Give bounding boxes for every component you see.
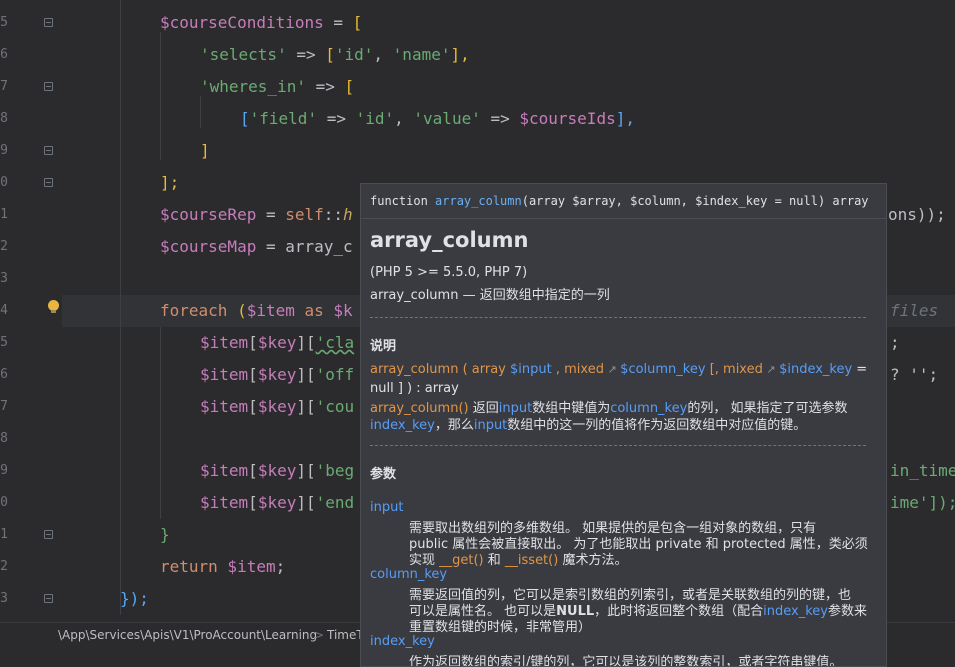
param-input[interactable]: input: [370, 500, 403, 515]
code-line-tail: in_time: [890, 461, 955, 480]
doc-description-line2: index_key，那么input数组中的这一列的值将作为返回数组中对应值的键。: [370, 418, 807, 433]
code-line: $courseRep = self::h: [160, 205, 353, 224]
doc-version: (PHP 5 >= 5.5.0, PHP 7): [370, 265, 528, 280]
code-line: $item[$key]['end: [200, 493, 355, 512]
line-number: 7: [0, 399, 8, 414]
code-line: $item[$key]['cou: [200, 397, 355, 416]
line-number: 7: [0, 79, 8, 94]
doc-prototype: array_column ( array $input , mixed ↗ $c…: [370, 362, 868, 377]
line-number: 5: [0, 335, 8, 350]
line-number: 9: [0, 463, 8, 478]
param-desc: 重置数组键的时候，非常管用）: [409, 620, 592, 635]
line-number: 8: [0, 431, 8, 446]
code-line: 'wheres_in' => [: [200, 77, 355, 96]
doc-summary: array_column — 返回数组中指定的一列: [370, 288, 610, 303]
code-line: $courseMap = array_c: [160, 237, 353, 256]
fold-marker-icon[interactable]: [44, 82, 53, 91]
line-number: 0: [0, 495, 8, 510]
code-line-tail: ;: [890, 333, 900, 352]
code-line-tail: ons));: [888, 205, 946, 224]
line-number: 0: [0, 175, 8, 190]
code-line: });: [120, 589, 149, 608]
param-column-key[interactable]: column_key: [370, 567, 447, 582]
divider: [361, 218, 886, 219]
doc-title: array_column: [370, 228, 529, 252]
breadcrumb-class[interactable]: TimeT: [327, 623, 364, 647]
code-line: ]: [200, 141, 210, 160]
code-line: return $item;: [160, 557, 286, 576]
fold-marker-icon[interactable]: [44, 18, 53, 27]
indent-guide: [120, 0, 121, 615]
params-heading: 参数: [370, 467, 397, 482]
indent-guide: [160, 327, 161, 519]
breadcrumb-namespace[interactable]: \App\Services\Apis\V1\ProAccount\Learnin…: [58, 623, 317, 647]
code-line-tail: ? '';: [890, 365, 939, 384]
fold-marker-icon[interactable]: [44, 530, 53, 539]
doc-prototype-line2: null ] ) : array: [370, 381, 459, 396]
fold-marker-icon[interactable]: [44, 178, 53, 187]
desc-heading: 说明: [370, 339, 397, 354]
indent-guide: [160, 32, 161, 160]
param-desc: 作为返回数组的索引/键的列，它可以是该列的整数索引，或者字符串键值。: [409, 655, 843, 667]
line-number: 1: [0, 527, 8, 542]
code-line: ];: [160, 173, 180, 192]
line-number: 2: [0, 559, 8, 574]
gutter: 5 6 7 8 9 0 1 2 3 4 5 6 7 8 9 0 1 2 3: [0, 0, 62, 622]
function-signature: function array_column(array $array, $col…: [370, 194, 869, 208]
breadcrumb-separator: >: [314, 628, 325, 642]
line-number: 3: [0, 591, 8, 606]
bulb-icon[interactable]: [48, 300, 59, 313]
param-desc: 实现 __get() 和 __isset() 魔术方法。: [409, 553, 628, 568]
divider: [370, 317, 866, 318]
inlay-hint: files: [890, 301, 939, 320]
line-number: 8: [0, 111, 8, 126]
code-line: }: [160, 525, 170, 544]
fold-marker-icon[interactable]: [44, 146, 53, 155]
line-number: 6: [0, 367, 8, 382]
line-number: 6: [0, 47, 8, 62]
code-line: $item[$key]['beg: [200, 461, 355, 480]
arrow-icon: ↗: [762, 363, 780, 376]
line-number: 1: [0, 207, 8, 222]
line-number: 9: [0, 143, 8, 158]
code-line: 'selects' => ['id', 'name'],: [200, 45, 470, 64]
line-number: 3: [0, 271, 8, 286]
divider: [370, 445, 866, 446]
documentation-popup[interactable]: function array_column(array $array, $col…: [360, 183, 887, 667]
code-line: ['field' => 'id', 'value' => $courseIds]…: [240, 109, 635, 128]
code-line-tail: ime']);: [890, 493, 955, 512]
param-index-key[interactable]: index_key: [370, 634, 435, 649]
fold-marker-icon[interactable]: [44, 594, 53, 603]
code-line: $item[$key]['off: [200, 365, 355, 384]
code-line: $item[$key]['cla: [200, 333, 355, 352]
line-number: 4: [0, 303, 8, 318]
code-line: $courseConditions = [: [160, 13, 363, 32]
arrow-icon: ↗: [603, 363, 621, 376]
line-number: 5: [0, 15, 8, 30]
code-line: foreach ($item as $k: [160, 301, 353, 320]
line-number: 2: [0, 239, 8, 254]
